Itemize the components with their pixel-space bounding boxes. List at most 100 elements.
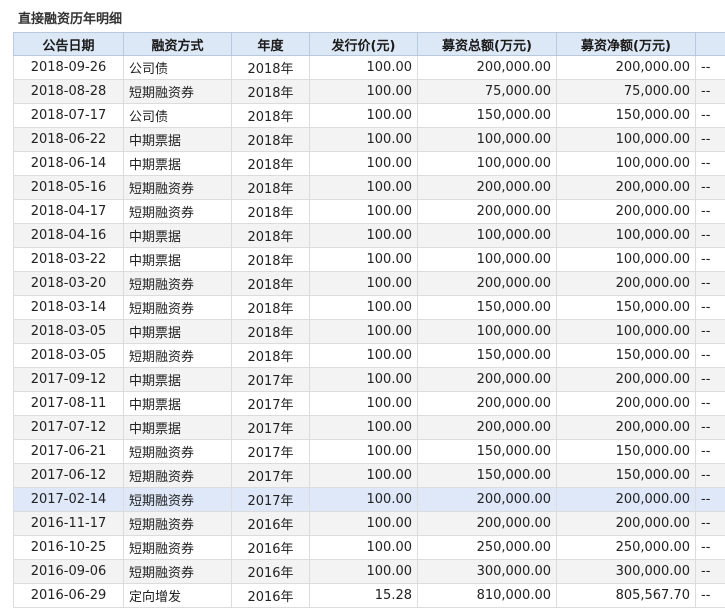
table-header-row: 公告日期 融资方式 年度 发行价(元) 募资总额(万元) 募资净额(万元)	[14, 33, 725, 56]
table-row[interactable]: 2018-07-17公司债2018年100.00150,000.00150,00…	[14, 104, 725, 128]
cell-net-raised: 200,000.00	[557, 368, 696, 392]
cell-financing-method: 短期融资券	[124, 200, 232, 224]
cell-extra: --	[696, 488, 725, 512]
table-row[interactable]: 2018-06-14中期票据2018年100.00100,000.00100,0…	[14, 152, 725, 176]
cell-net-raised: 200,000.00	[557, 272, 696, 296]
cell-announce-date: 2017-02-14	[14, 488, 124, 512]
cell-announce-date: 2018-06-14	[14, 152, 124, 176]
table-row[interactable]: 2017-06-21短期融资券2017年100.00150,000.00150,…	[14, 440, 725, 464]
table-row[interactable]: 2017-08-11中期票据2017年100.00200,000.00200,0…	[14, 392, 725, 416]
cell-financing-method: 公司债	[124, 104, 232, 128]
cell-extra: --	[696, 536, 725, 560]
table-row[interactable]: 2016-11-17短期融资券2016年100.00200,000.00200,…	[14, 512, 725, 536]
cell-extra: --	[696, 416, 725, 440]
cell-year: 2018年	[232, 200, 310, 224]
cell-year: 2018年	[232, 104, 310, 128]
cell-financing-method: 中期票据	[124, 128, 232, 152]
cell-total-raised: 100,000.00	[418, 248, 557, 272]
table-row[interactable]: 2017-06-12短期融资券2017年100.00150,000.00150,…	[14, 464, 725, 488]
cell-year: 2018年	[232, 176, 310, 200]
table-row[interactable]: 2018-04-17短期融资券2018年100.00200,000.00200,…	[14, 200, 725, 224]
table-row[interactable]: 2018-09-26公司债2018年100.00200,000.00200,00…	[14, 56, 725, 80]
table-row[interactable]: 2018-04-16中期票据2018年100.00100,000.00100,0…	[14, 224, 725, 248]
cell-total-raised: 100,000.00	[418, 320, 557, 344]
cell-issue-price: 100.00	[310, 368, 418, 392]
cell-year: 2018年	[232, 152, 310, 176]
table-row[interactable]: 2016-09-06短期融资券2016年100.00300,000.00300,…	[14, 560, 725, 584]
table-row[interactable]: 2018-08-28短期融资券2018年100.0075,000.0075,00…	[14, 80, 725, 104]
cell-announce-date: 2018-06-22	[14, 128, 124, 152]
table-row[interactable]: 2018-06-22中期票据2018年100.00100,000.00100,0…	[14, 128, 725, 152]
cell-financing-method: 定向增发	[124, 584, 232, 608]
header-financing-method[interactable]: 融资方式	[124, 33, 232, 56]
cell-announce-date: 2018-03-05	[14, 344, 124, 368]
cell-financing-method: 中期票据	[124, 224, 232, 248]
cell-financing-method: 中期票据	[124, 368, 232, 392]
cell-issue-price: 100.00	[310, 128, 418, 152]
cell-issue-price: 100.00	[310, 296, 418, 320]
cell-announce-date: 2018-09-26	[14, 56, 124, 80]
cell-financing-method: 中期票据	[124, 392, 232, 416]
cell-year: 2017年	[232, 392, 310, 416]
cell-announce-date: 2018-08-28	[14, 80, 124, 104]
table-row[interactable]: 2018-03-20短期融资券2018年100.00200,000.00200,…	[14, 272, 725, 296]
cell-extra: --	[696, 272, 725, 296]
cell-issue-price: 100.00	[310, 200, 418, 224]
table-row[interactable]: 2017-07-12中期票据2017年100.00200,000.00200,0…	[14, 416, 725, 440]
cell-announce-date: 2018-03-20	[14, 272, 124, 296]
cell-year: 2018年	[232, 248, 310, 272]
cell-net-raised: 805,567.70	[557, 584, 696, 608]
table-row[interactable]: 2018-05-16短期融资券2018年100.00200,000.00200,…	[14, 176, 725, 200]
table-row[interactable]: 2016-06-29定向增发2016年15.28810,000.00805,56…	[14, 584, 725, 608]
cell-extra: --	[696, 248, 725, 272]
table-row[interactable]: 2017-09-12中期票据2017年100.00200,000.00200,0…	[14, 368, 725, 392]
cell-financing-method: 短期融资券	[124, 536, 232, 560]
cell-net-raised: 200,000.00	[557, 56, 696, 80]
cell-total-raised: 200,000.00	[418, 56, 557, 80]
cell-year: 2018年	[232, 56, 310, 80]
cell-extra: --	[696, 128, 725, 152]
cell-announce-date: 2018-04-16	[14, 224, 124, 248]
header-total-raised[interactable]: 募资总额(万元)	[418, 33, 557, 56]
cell-total-raised: 200,000.00	[418, 272, 557, 296]
table-row[interactable]: 2018-03-22中期票据2018年100.00100,000.00100,0…	[14, 248, 725, 272]
header-announce-date[interactable]: 公告日期	[14, 33, 124, 56]
cell-financing-method: 短期融资券	[124, 488, 232, 512]
cell-issue-price: 100.00	[310, 512, 418, 536]
cell-announce-date: 2017-06-21	[14, 440, 124, 464]
cell-extra: --	[696, 344, 725, 368]
cell-year: 2016年	[232, 512, 310, 536]
cell-financing-method: 短期融资券	[124, 512, 232, 536]
cell-total-raised: 200,000.00	[418, 512, 557, 536]
cell-extra: --	[696, 584, 725, 608]
header-extra[interactable]	[696, 33, 725, 56]
cell-year: 2017年	[232, 416, 310, 440]
cell-issue-price: 100.00	[310, 536, 418, 560]
table-row[interactable]: 2018-03-14短期融资券2018年100.00150,000.00150,…	[14, 296, 725, 320]
cell-net-raised: 75,000.00	[557, 80, 696, 104]
cell-net-raised: 200,000.00	[557, 200, 696, 224]
table-row[interactable]: 2018-03-05短期融资券2018年100.00150,000.00150,…	[14, 344, 725, 368]
cell-issue-price: 100.00	[310, 560, 418, 584]
header-issue-price[interactable]: 发行价(元)	[310, 33, 418, 56]
cell-issue-price: 100.00	[310, 248, 418, 272]
cell-issue-price: 100.00	[310, 344, 418, 368]
cell-financing-method: 中期票据	[124, 152, 232, 176]
cell-financing-method: 短期融资券	[124, 176, 232, 200]
cell-extra: --	[696, 104, 725, 128]
header-year[interactable]: 年度	[232, 33, 310, 56]
cell-total-raised: 150,000.00	[418, 296, 557, 320]
cell-financing-method: 中期票据	[124, 320, 232, 344]
cell-financing-method: 短期融资券	[124, 80, 232, 104]
table-row[interactable]: 2017-02-14短期融资券2017年100.00200,000.00200,…	[14, 488, 725, 512]
header-net-raised[interactable]: 募资净额(万元)	[557, 33, 696, 56]
cell-financing-method: 短期融资券	[124, 344, 232, 368]
cell-extra: --	[696, 56, 725, 80]
table-row[interactable]: 2018-03-05中期票据2018年100.00100,000.00100,0…	[14, 320, 725, 344]
cell-announce-date: 2018-03-14	[14, 296, 124, 320]
cell-financing-method: 短期融资券	[124, 560, 232, 584]
cell-net-raised: 200,000.00	[557, 488, 696, 512]
table-row[interactable]: 2016-10-25短期融资券2016年100.00250,000.00250,…	[14, 536, 725, 560]
cell-financing-method: 短期融资券	[124, 440, 232, 464]
cell-total-raised: 150,000.00	[418, 440, 557, 464]
